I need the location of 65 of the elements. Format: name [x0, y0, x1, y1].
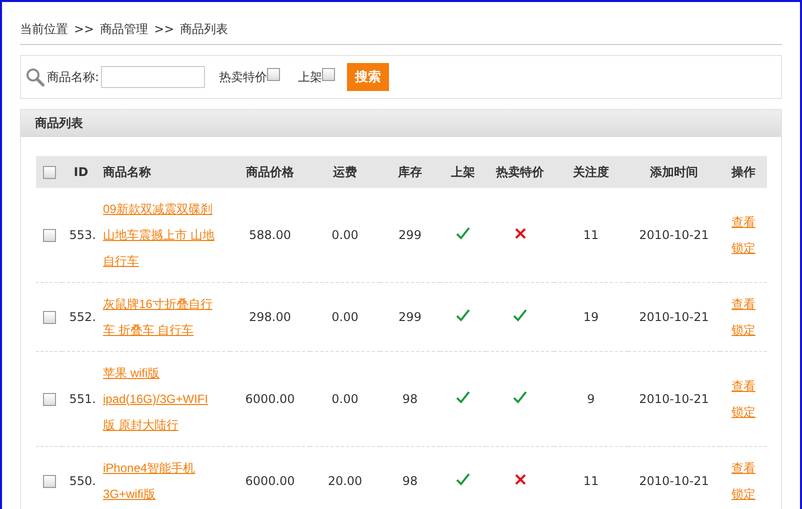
breadcrumb-separator: >> [74, 22, 94, 36]
column-header: 热卖特价 [496, 164, 544, 178]
attention-cell: 19 [583, 310, 599, 324]
column-header: 库存 [398, 164, 422, 178]
search-button[interactable]: 搜索 [347, 63, 390, 91]
search-icon [25, 67, 45, 87]
row-checkbox[interactable] [42, 393, 56, 406]
action-link[interactable]: 查看 [732, 209, 756, 235]
column-header: 操作 [732, 164, 756, 178]
breadcrumb-separator: >> [154, 22, 174, 36]
search-field[interactable] [101, 66, 206, 88]
panel-title: 商品列表 [35, 115, 83, 132]
id-cell: 551. [69, 392, 96, 406]
column-header: 关注度 [573, 164, 609, 178]
stock-cell: 98 [402, 474, 418, 488]
breadcrumb-item: 商品列表 [180, 20, 228, 38]
filter-label: 上架 [298, 68, 322, 86]
action-link[interactable]: 锁定 [732, 235, 756, 261]
stock-cell: 299 [398, 310, 422, 324]
date-cell: 2010-10-21 [639, 474, 709, 488]
attention-cell: 11 [583, 474, 599, 488]
column-header: 添加时间 [650, 164, 698, 178]
row-checkbox[interactable] [42, 311, 56, 324]
product-name-link[interactable]: 苹果 wifi版 ipad(16G)/3G+WIFI版 原封大陆行 [103, 360, 216, 438]
price-cell: 588.00 [249, 228, 291, 242]
price-cell: 6000.00 [245, 474, 295, 488]
id-cell: 550. [69, 474, 96, 488]
product-name-link[interactable]: 灰鼠牌16寸折叠自行车 折叠车 自行车 [103, 291, 216, 343]
column-header: 商品价格 [246, 164, 294, 178]
date-cell: 2010-10-21 [639, 228, 709, 242]
freight-cell: 20.00 [328, 474, 362, 488]
search-label: 商品名称: [47, 68, 100, 86]
row-checkbox[interactable] [42, 229, 56, 242]
breadcrumb-item: 当前位置 [20, 20, 68, 38]
id-cell: 553. [69, 228, 96, 242]
product-name-link[interactable]: iPhone4智能手机 3G+wifi版 [103, 455, 216, 507]
filter-checkbox[interactable] [322, 68, 336, 81]
column-header: 运费 [333, 164, 357, 178]
freight-cell: 0.00 [332, 392, 358, 406]
action-link[interactable]: 锁定 [732, 317, 756, 343]
column-header: 上架 [451, 164, 475, 178]
price-cell: 298.00 [249, 310, 291, 324]
attention-cell: 11 [583, 228, 599, 242]
action-link[interactable]: 查看 [732, 291, 756, 317]
action-link[interactable]: 查看 [732, 373, 756, 399]
row-checkbox[interactable] [42, 475, 56, 488]
product-name-link[interactable]: 09新款双减震双碟刹山地车震撼上市 山地自行车 [103, 196, 216, 274]
stock-cell: 98 [402, 392, 418, 406]
select-all-checkbox[interactable] [42, 166, 56, 180]
id-cell: 552. [69, 310, 96, 324]
stock-cell: 299 [398, 228, 422, 242]
action-link[interactable]: 查看 [732, 455, 756, 481]
filter-label: 热卖特价 [219, 68, 268, 86]
date-cell: 2010-10-21 [639, 310, 709, 324]
filter-checkbox[interactable] [267, 68, 280, 81]
attention-cell: 9 [587, 392, 595, 406]
action-link[interactable]: 锁定 [732, 399, 756, 425]
freight-cell: 0.00 [332, 228, 358, 242]
freight-cell: 0.00 [332, 310, 358, 324]
date-cell: 2010-10-21 [639, 392, 709, 406]
column-header: 商品名称 [103, 164, 151, 178]
column-header: ID [74, 165, 88, 179]
breadcrumb-item: 商品管理 [100, 20, 148, 38]
price-cell: 6000.00 [245, 392, 295, 406]
action-link[interactable]: 锁定 [732, 481, 756, 507]
